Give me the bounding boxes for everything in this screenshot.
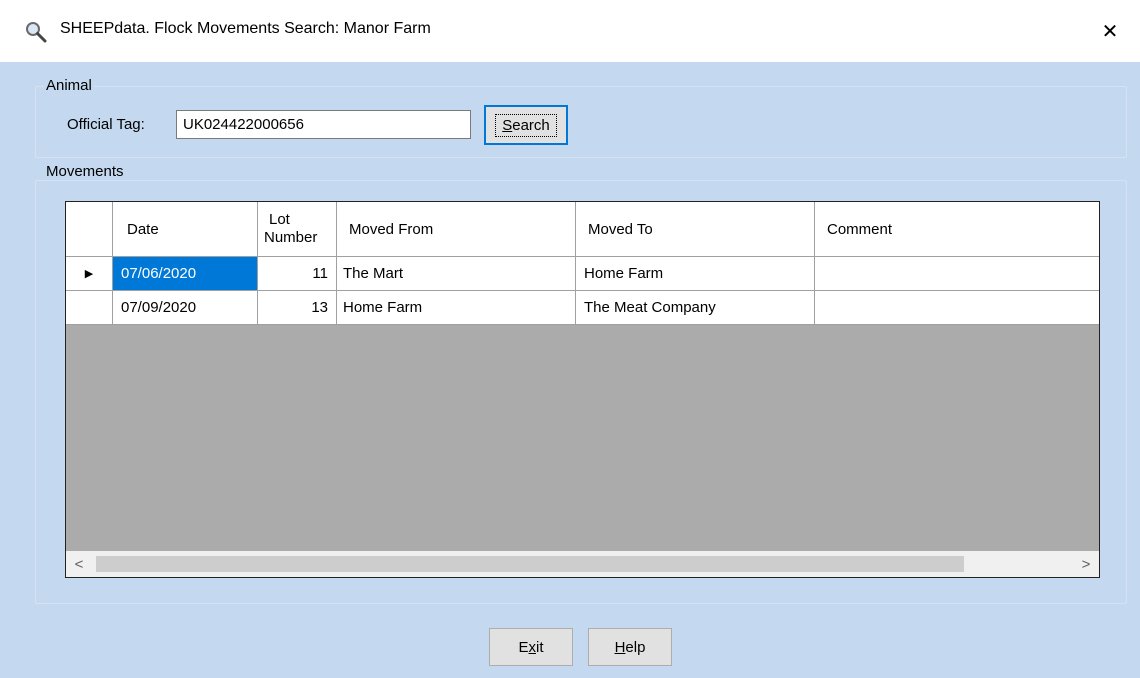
close-icon: ✕ bbox=[1101, 20, 1119, 43]
current-row-arrow-icon: ▶ bbox=[84, 268, 94, 280]
title-bar[interactable]: SHEEPdata. Flock Movements Search: Manor… bbox=[0, 0, 1140, 62]
cell-date[interactable]: 07/06/2020 bbox=[113, 257, 258, 290]
exit-button-label: Exit bbox=[518, 638, 544, 656]
cell-moved-from[interactable]: The Mart bbox=[337, 257, 576, 290]
close-button[interactable]: ✕ bbox=[1080, 0, 1140, 62]
cell-moved-to[interactable]: The Meat Company bbox=[576, 291, 815, 324]
grid-header: Date Lot Number Moved From Moved To Comm… bbox=[66, 202, 1099, 257]
chevron-right-icon: > bbox=[1081, 555, 1091, 573]
scroll-left-button[interactable]: < bbox=[66, 551, 92, 577]
row-header-column[interactable] bbox=[66, 202, 113, 256]
cell-comment[interactable] bbox=[815, 291, 1099, 324]
cell-comment[interactable] bbox=[815, 257, 1099, 290]
help-button-label: Help bbox=[614, 638, 646, 656]
table-row[interactable]: 07/09/2020 13 Home Farm The Meat Company bbox=[66, 291, 1099, 325]
movements-search-window: SHEEPdata. Flock Movements Search: Manor… bbox=[0, 0, 1140, 678]
movements-grid[interactable]: Date Lot Number Moved From Moved To Comm… bbox=[65, 201, 1100, 578]
search-button[interactable]: Search bbox=[484, 105, 568, 145]
row-header-cell[interactable] bbox=[66, 291, 113, 324]
chevron-left-icon: < bbox=[74, 555, 84, 573]
cell-lot-number[interactable]: 11 bbox=[258, 257, 337, 290]
cell-lot-number[interactable]: 13 bbox=[258, 291, 337, 324]
horizontal-scrollbar[interactable]: < > bbox=[66, 551, 1099, 577]
search-button-label: Search bbox=[495, 113, 557, 137]
row-header-cell[interactable]: ▶ bbox=[66, 257, 113, 290]
column-header-moved-from[interactable]: Moved From bbox=[337, 202, 576, 256]
column-header-lot-number[interactable]: Lot Number bbox=[258, 202, 337, 256]
scroll-right-button[interactable]: > bbox=[1073, 551, 1099, 577]
official-tag-label: Official Tag: bbox=[67, 116, 145, 133]
column-header-comment[interactable]: Comment bbox=[815, 202, 1099, 256]
cell-moved-from[interactable]: Home Farm bbox=[337, 291, 576, 324]
cell-date[interactable]: 07/09/2020 bbox=[113, 291, 258, 324]
column-header-date[interactable]: Date bbox=[113, 202, 258, 256]
column-header-moved-to[interactable]: Moved To bbox=[576, 202, 815, 256]
animal-group-label: Animal bbox=[44, 77, 94, 94]
exit-button[interactable]: Exit bbox=[489, 628, 573, 666]
help-button[interactable]: Help bbox=[588, 628, 672, 666]
window-title: SHEEPdata. Flock Movements Search: Manor… bbox=[60, 20, 431, 37]
table-row[interactable]: ▶ 07/06/2020 11 The Mart Home Farm bbox=[66, 257, 1099, 291]
search-icon bbox=[24, 20, 48, 44]
official-tag-input[interactable] bbox=[176, 110, 471, 139]
scrollbar-thumb[interactable] bbox=[96, 556, 964, 572]
movements-group-label: Movements bbox=[44, 163, 126, 180]
cell-moved-to[interactable]: Home Farm bbox=[576, 257, 815, 290]
